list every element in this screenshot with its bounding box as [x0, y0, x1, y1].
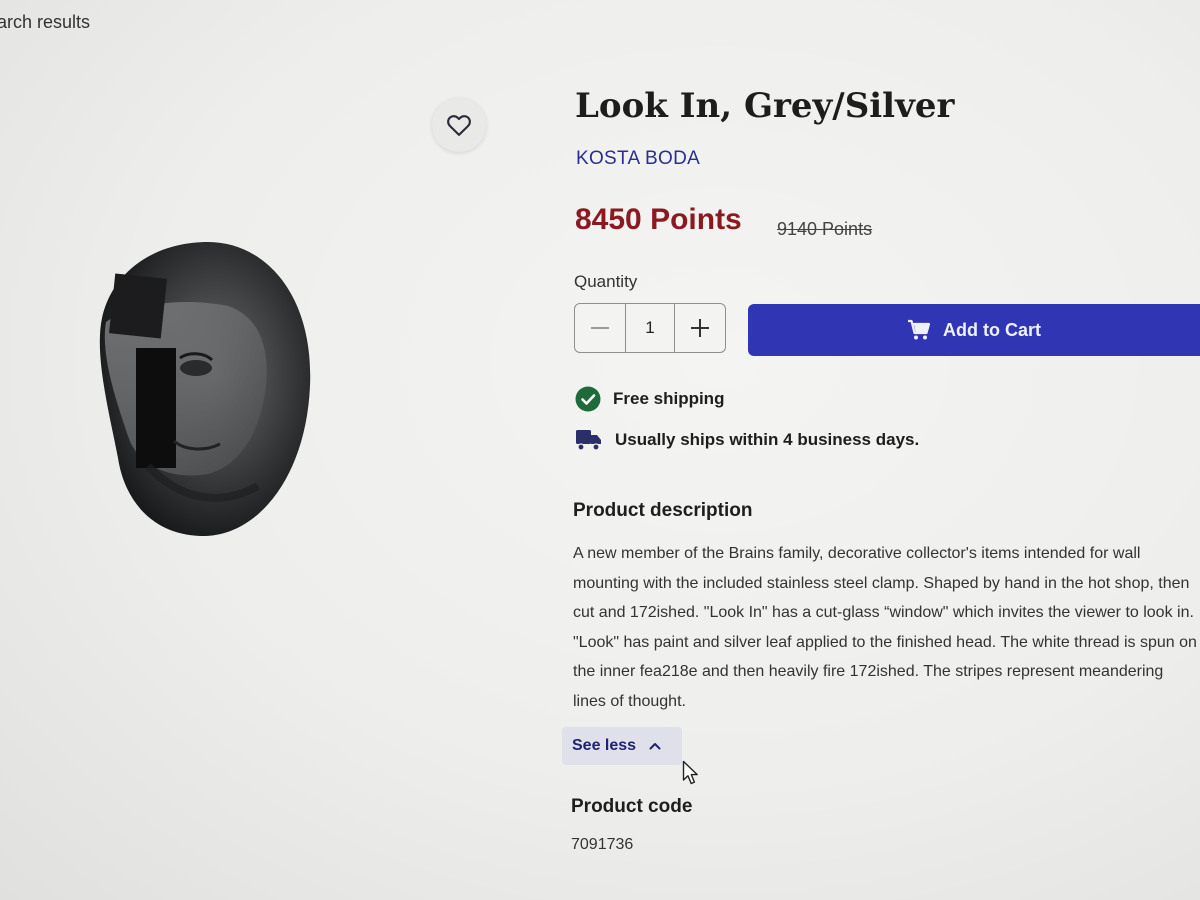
see-less-label: See less [572, 737, 637, 754]
free-shipping-row: Free shipping [575, 386, 724, 412]
add-to-cart-button[interactable]: Add to Cart [748, 304, 1200, 356]
product-image [99, 242, 311, 537]
heart-icon [447, 115, 471, 136]
quantity-input[interactable]: 1 [625, 304, 675, 352]
quantity-stepper: 1 [574, 303, 726, 353]
product-code-value: 7091736 [571, 836, 634, 853]
favorite-button[interactable] [432, 98, 486, 152]
brand-link[interactable]: KOSTA BODA [576, 148, 700, 170]
mouse-pointer-icon [682, 760, 698, 785]
cart-icon [908, 319, 931, 340]
check-circle-icon [575, 386, 601, 412]
ships-within-text: Usually ships within 4 business days. [615, 430, 920, 449]
original-price: 9140 Points [777, 219, 873, 239]
minus-icon [591, 327, 610, 329]
increase-quantity-button[interactable] [675, 304, 725, 352]
product-description-heading: Product description [573, 500, 753, 521]
decrease-quantity-button[interactable] [575, 304, 625, 352]
plus-icon [690, 319, 709, 337]
back-to-search-link[interactable]: Back to search results [0, 12, 90, 33]
quantity-label: Quantity [574, 272, 638, 291]
product-title: Look In, Grey/Silver [575, 86, 955, 126]
current-price: 8450 Points [575, 203, 742, 236]
see-less-button[interactable]: See less [562, 727, 682, 765]
free-shipping-text: Free shipping [613, 389, 725, 408]
truck-icon [576, 430, 601, 451]
product-code-heading: Product code [571, 796, 693, 817]
product-description-text: A new member of the Brains family, decor… [573, 545, 1197, 710]
add-to-cart-label: Add to Cart [943, 319, 1041, 340]
ships-within-row: Usually ships within 4 business days. [575, 428, 919, 452]
chevron-up-icon [649, 743, 661, 750]
